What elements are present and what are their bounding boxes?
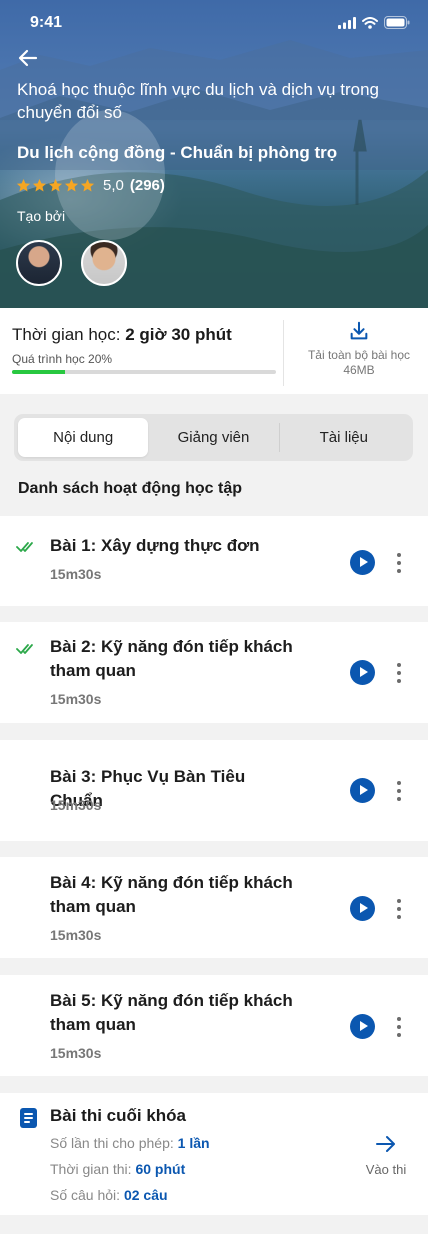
progress-label: Quá trình học 20% [12, 352, 113, 366]
lesson-item[interactable]: Bài 2: Kỹ năng đón tiếp khách tham quan … [0, 622, 428, 723]
instructor-avatar[interactable] [81, 240, 127, 286]
exam-title: Bài thi cuối khóa [50, 1106, 187, 1125]
star-icon [80, 178, 95, 191]
arrow-right-icon [376, 1136, 395, 1152]
course-rating: 5,0 (296) [16, 175, 165, 195]
more-options-icon[interactable] [392, 779, 406, 801]
instructor-avatar[interactable] [16, 240, 62, 286]
start-exam-label: Vào thi [365, 1162, 407, 1177]
lesson-duration: 15m30s [50, 927, 102, 943]
lesson-item[interactable]: Bài 3: Phục Vụ Bàn Tiêu Chuẩn 15m30s [0, 740, 428, 841]
study-time-value: 2 giờ 30 phút [125, 325, 232, 344]
study-time-label: Thời gian học: [12, 325, 121, 344]
star-icon [16, 178, 31, 191]
download-icon [350, 321, 368, 340]
lesson-item[interactable]: Bài 4: Kỹ năng đón tiếp khách tham quan … [0, 857, 428, 958]
lesson-duration: 15m30s [50, 797, 102, 813]
final-exam-card[interactable]: Bài thi cuối khóa Số lần thi cho phép: 1… [0, 1093, 428, 1215]
double-check-icon [16, 644, 33, 654]
download-all-button[interactable]: Tải toàn bộ bài học 46MB [290, 320, 428, 390]
course-category: Khoá học thuộc lĩnh vực du lịch và dịch … [17, 80, 379, 122]
lesson-title: Bài 2: Kỹ năng đón tiếp khách tham quan [50, 637, 293, 680]
lesson-title: Bài 5: Kỹ năng đón tiếp khách tham quan [50, 991, 293, 1034]
exam-attempts-value: 1 lần [177, 1135, 210, 1151]
rating-count: (296) [129, 176, 165, 194]
lesson-duration: 15m30s [50, 1045, 102, 1061]
lesson-duration: 15m30s [50, 566, 102, 582]
exam-questions: Số câu hỏi: 02 câu [50, 1187, 168, 1203]
exam-questions-label: Số câu hỏi: [50, 1187, 121, 1203]
wifi-icon [362, 16, 378, 29]
created-by-label: Tạo bởi [17, 208, 66, 224]
play-button[interactable] [350, 1014, 375, 1039]
lesson-title: Bài 4: Kỹ năng đón tiếp khách tham quan [50, 873, 293, 916]
back-arrow-icon[interactable] [16, 46, 40, 70]
content-tabs: Nội dung Giảng viên Tài liệu [14, 414, 413, 461]
signal-icon [338, 16, 356, 29]
progress-bar [12, 370, 276, 374]
tab-instructors[interactable]: Giảng viên [148, 418, 278, 457]
status-time: 9:41 [30, 14, 63, 31]
tab-content[interactable]: Nội dung [18, 418, 149, 457]
divider [283, 320, 284, 386]
tab-documents[interactable]: Tài liệu [278, 418, 409, 457]
lesson-title: Bài 1: Xây dựng thực đơn [50, 536, 260, 555]
more-options-icon[interactable] [392, 897, 406, 919]
rating-stars [16, 178, 95, 193]
star-icon [64, 178, 79, 191]
status-bar: 9:41 [30, 12, 410, 32]
more-options-icon[interactable] [392, 661, 406, 683]
lesson-duration: 15m30s [50, 691, 102, 707]
star-icon [48, 178, 63, 191]
study-info: Thời gian học: 2 giờ 30 phút Quá trình h… [0, 308, 428, 394]
double-check-icon [16, 542, 33, 552]
progress-fill [12, 370, 65, 374]
play-button[interactable] [350, 660, 375, 685]
document-icon [20, 1108, 37, 1128]
exam-time: Thời gian thi: 60 phút [50, 1161, 185, 1177]
rating-value: 5,0 [103, 176, 124, 194]
battery-icon [384, 16, 410, 29]
download-label: Tải toàn bộ bài học [307, 348, 411, 362]
lesson-item[interactable]: Bài 1: Xây dựng thực đơn 15m30s [0, 516, 428, 606]
lesson-item[interactable]: Bài 5: Kỹ năng đón tiếp khách tham quan … [0, 975, 428, 1076]
start-exam-button[interactable]: Vào thi [360, 1135, 412, 1177]
exam-attempts-label: Số lần thi cho phép: [50, 1135, 174, 1151]
study-time: Thời gian học: 2 giờ 30 phút [12, 325, 232, 345]
more-options-icon[interactable] [392, 1015, 406, 1037]
exam-time-label: Thời gian thi: [50, 1161, 132, 1177]
play-button[interactable] [350, 778, 375, 803]
more-options-icon[interactable] [392, 551, 406, 573]
exam-attempts: Số lần thi cho phép: 1 lần [50, 1135, 210, 1151]
play-button[interactable] [350, 896, 375, 921]
star-icon [32, 178, 47, 191]
exam-time-value: 60 phút [135, 1161, 186, 1177]
course-hero: 9:41 Khoá học thuộc lĩnh vực du lịch và [0, 0, 428, 308]
section-title: Danh sách hoạt động học tập [18, 480, 243, 497]
download-size: 46MB [343, 363, 375, 377]
course-title: Du lịch cộng đồng - Chuẩn bị phòng trọ [17, 143, 338, 162]
exam-questions-value: 02 câu [123, 1187, 168, 1203]
play-button[interactable] [350, 550, 375, 575]
